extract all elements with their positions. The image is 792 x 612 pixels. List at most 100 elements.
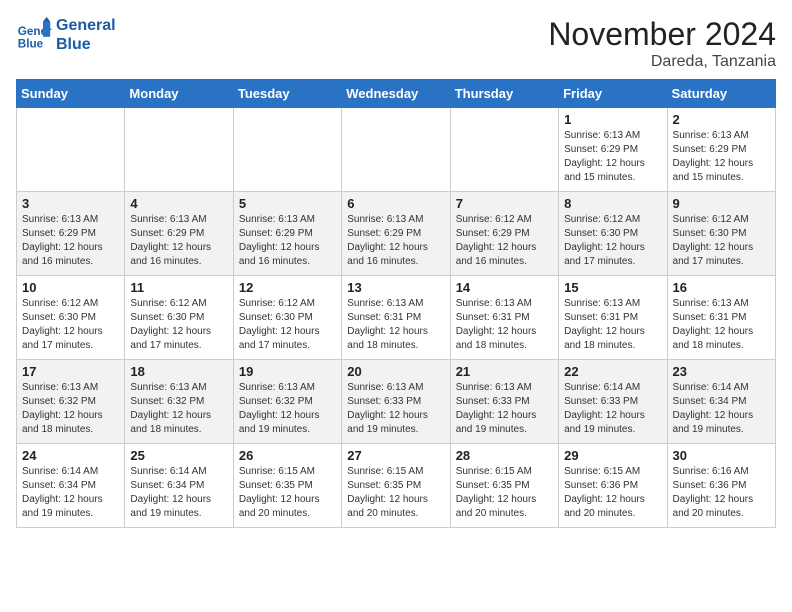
day-info: Sunrise: 6:13 AM Sunset: 6:31 PM Dayligh… (347, 297, 444, 353)
logo: General Blue General Blue (16, 16, 116, 54)
day-info: Sunrise: 6:13 AM Sunset: 6:31 PM Dayligh… (456, 297, 553, 353)
day-header-wednesday: Wednesday (342, 80, 450, 108)
day-info: Sunrise: 6:13 AM Sunset: 6:29 PM Dayligh… (564, 129, 661, 185)
calendar-header: SundayMondayTuesdayWednesdayThursdayFrid… (17, 80, 776, 108)
day-number: 30 (673, 448, 770, 463)
calendar-cell: 27Sunrise: 6:15 AM Sunset: 6:35 PM Dayli… (342, 444, 450, 528)
calendar-cell: 20 Sunrise: 6:13 AM Sunset: 6:33 PM Dayli… (342, 360, 450, 444)
day-number: 22 (564, 364, 661, 379)
calendar-cell: 3 Sunrise: 6:13 AM Sunset: 6:29 PM Daylig… (17, 192, 125, 276)
day-info: Sunrise: 6:13 AM Sunset: 6:29 PM Dayligh… (347, 213, 444, 269)
day-info: Sunrise: 6:12 AM Sunset: 6:30 PM Dayligh… (22, 297, 119, 353)
day-number: 1 (564, 112, 661, 127)
calendar-cell: 16 Sunrise: 6:13 AM Sunset: 6:31 PM Dayli… (667, 276, 775, 360)
day-number: 17 (22, 364, 119, 379)
day-number: 19 (239, 364, 336, 379)
day-info: Sunrise: 6:14 AM Sunset: 6:34 PM Dayligh… (130, 465, 227, 521)
calendar-week-2: 3 Sunrise: 6:13 AM Sunset: 6:29 PM Daylig… (17, 192, 776, 276)
calendar-cell: 9 Sunrise: 6:12 AM Sunset: 6:30 PM Daylig… (667, 192, 775, 276)
day-header-monday: Monday (125, 80, 233, 108)
day-info: Sunrise: 6:14 AM Sunset: 6:34 PM Dayligh… (22, 465, 119, 521)
day-number: 25 (130, 448, 227, 463)
day-info: Sunrise: 6:15 AM Sunset: 6:36 PM Dayligh… (564, 465, 661, 521)
day-info: Sunrise: 6:13 AM Sunset: 6:32 PM Dayligh… (239, 381, 336, 437)
day-number: 8 (564, 196, 661, 211)
calendar-cell: 11 Sunrise: 6:12 AM Sunset: 6:30 PM Dayli… (125, 276, 233, 360)
day-info: Sunrise: 6:13 AM Sunset: 6:33 PM Dayligh… (456, 381, 553, 437)
day-number: 9 (673, 196, 770, 211)
day-number: 26 (239, 448, 336, 463)
day-number: 4 (130, 196, 227, 211)
day-number: 10 (22, 280, 119, 295)
day-info: Sunrise: 6:12 AM Sunset: 6:29 PM Dayligh… (456, 213, 553, 269)
day-info: Sunrise: 6:14 AM Sunset: 6:33 PM Dayligh… (564, 381, 661, 437)
svg-text:Blue: Blue (18, 38, 44, 51)
day-info: Sunrise: 6:14 AM Sunset: 6:34 PM Dayligh… (673, 381, 770, 437)
day-number: 11 (130, 280, 227, 295)
location: Dareda, Tanzania (548, 53, 776, 71)
calendar-cell (450, 108, 558, 192)
calendar-cell: 17Sunrise: 6:13 AM Sunset: 6:32 PM Dayli… (17, 360, 125, 444)
day-info: Sunrise: 6:13 AM Sunset: 6:32 PM Dayligh… (130, 381, 227, 437)
calendar-cell: 13Sunrise: 6:13 AM Sunset: 6:31 PM Dayli… (342, 276, 450, 360)
day-info: Sunrise: 6:13 AM Sunset: 6:31 PM Dayligh… (673, 297, 770, 353)
calendar-cell: 5 Sunrise: 6:13 AM Sunset: 6:29 PM Daylig… (233, 192, 341, 276)
calendar-cell: 26 Sunrise: 6:15 AM Sunset: 6:35 PM Dayli… (233, 444, 341, 528)
calendar-cell: 10 Sunrise: 6:12 AM Sunset: 6:30 PM Dayli… (17, 276, 125, 360)
calendar-cell (233, 108, 341, 192)
day-info: Sunrise: 6:12 AM Sunset: 6:30 PM Dayligh… (673, 213, 770, 269)
day-info: Sunrise: 6:13 AM Sunset: 6:29 PM Dayligh… (22, 213, 119, 269)
day-info: Sunrise: 6:13 AM Sunset: 6:33 PM Dayligh… (347, 381, 444, 437)
month-title: November 2024 (548, 16, 776, 53)
day-info: Sunrise: 6:16 AM Sunset: 6:36 PM Dayligh… (673, 465, 770, 521)
day-number: 24 (22, 448, 119, 463)
calendar-cell: 4Sunrise: 6:13 AM Sunset: 6:29 PM Daylig… (125, 192, 233, 276)
day-header-saturday: Saturday (667, 80, 775, 108)
day-number: 5 (239, 196, 336, 211)
day-header-friday: Friday (559, 80, 667, 108)
day-info: Sunrise: 6:12 AM Sunset: 6:30 PM Dayligh… (130, 297, 227, 353)
day-number: 2 (673, 112, 770, 127)
day-number: 27 (347, 448, 444, 463)
day-number: 29 (564, 448, 661, 463)
calendar-cell: 18Sunrise: 6:13 AM Sunset: 6:32 PM Dayli… (125, 360, 233, 444)
day-info: Sunrise: 6:13 AM Sunset: 6:31 PM Dayligh… (564, 297, 661, 353)
calendar-week-4: 17 Sunrise: 6:13 AM Sunset: 6:32 PM Dayli… (17, 360, 776, 444)
calendar-cell: 8Sunrise: 6:12 AM Sunset: 6:30 PM Daylig… (559, 192, 667, 276)
title-area: November 2024 Dareda, Tanzania (548, 16, 776, 71)
day-number: 7 (456, 196, 553, 211)
calendar-cell: 30 Sunrise: 6:16 AM Sunset: 6:36 PM Dayli… (667, 444, 775, 528)
calendar-cell (342, 108, 450, 192)
day-info: Sunrise: 6:13 AM Sunset: 6:29 PM Dayligh… (673, 129, 770, 185)
calendar-cell: 25 Sunrise: 6:14 AM Sunset: 6:34 PM Dayli… (125, 444, 233, 528)
day-info: Sunrise: 6:15 AM Sunset: 6:35 PM Dayligh… (239, 465, 336, 521)
calendar-cell: 15 Sunrise: 6:13 AM Sunset: 6:31 PM Dayli… (559, 276, 667, 360)
day-number: 20 (347, 364, 444, 379)
day-number: 21 (456, 364, 553, 379)
calendar-week-1: 1 Sunrise: 6:13 AM Sunset: 6:29 PM Daylig… (17, 108, 776, 192)
calendar-cell (125, 108, 233, 192)
day-number: 28 (456, 448, 553, 463)
calendar-cell: 6Sunrise: 6:13 AM Sunset: 6:29 PM Daylig… (342, 192, 450, 276)
calendar-table: SundayMondayTuesdayWednesdayThursdayFrid… (16, 79, 776, 528)
logo-blue: Blue (56, 35, 116, 54)
calendar-cell: 29 Sunrise: 6:15 AM Sunset: 6:36 PM Dayli… (559, 444, 667, 528)
logo-general: General (56, 16, 116, 35)
logo-icon: General Blue (16, 17, 52, 53)
calendar-cell (17, 108, 125, 192)
day-number: 3 (22, 196, 119, 211)
header: General Blue General Blue November 2024 … (16, 16, 776, 71)
calendar-week-3: 10 Sunrise: 6:12 AM Sunset: 6:30 PM Dayli… (17, 276, 776, 360)
day-number: 14 (456, 280, 553, 295)
day-header-sunday: Sunday (17, 80, 125, 108)
calendar-cell: 2 Sunrise: 6:13 AM Sunset: 6:29 PM Daylig… (667, 108, 775, 192)
day-info: Sunrise: 6:13 AM Sunset: 6:29 PM Dayligh… (239, 213, 336, 269)
day-number: 15 (564, 280, 661, 295)
calendar-week-5: 24 Sunrise: 6:14 AM Sunset: 6:34 PM Dayli… (17, 444, 776, 528)
calendar-cell: 19 Sunrise: 6:13 AM Sunset: 6:32 PM Dayli… (233, 360, 341, 444)
day-number: 16 (673, 280, 770, 295)
day-info: Sunrise: 6:12 AM Sunset: 6:30 PM Dayligh… (239, 297, 336, 353)
day-header-thursday: Thursday (450, 80, 558, 108)
calendar-cell: 24 Sunrise: 6:14 AM Sunset: 6:34 PM Dayli… (17, 444, 125, 528)
calendar-cell: 1 Sunrise: 6:13 AM Sunset: 6:29 PM Daylig… (559, 108, 667, 192)
